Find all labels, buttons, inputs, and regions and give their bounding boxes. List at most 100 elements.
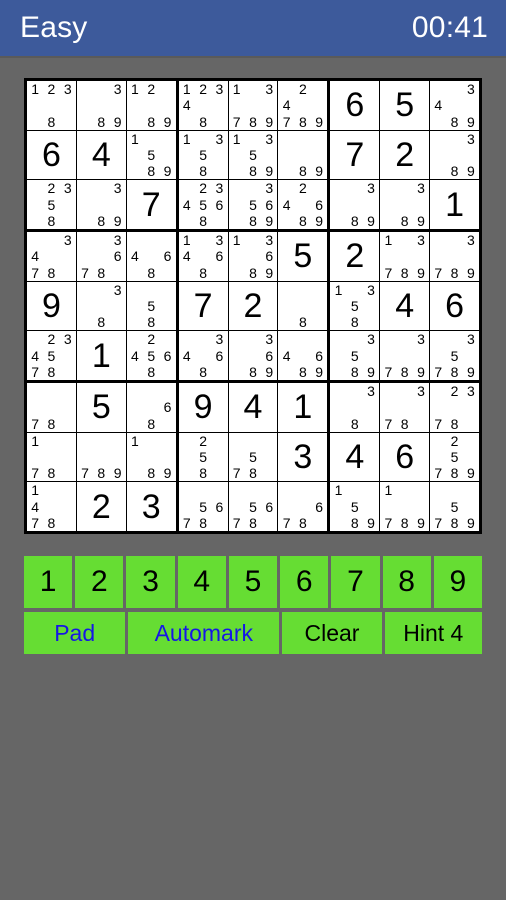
- sudoku-cell-r3c7[interactable]: 389: [330, 180, 380, 229]
- sudoku-cell-r1c5[interactable]: 1 3 789: [228, 81, 278, 130]
- sudoku-cell-r9c6[interactable]: 6 78: [278, 482, 328, 531]
- candidate-2: [446, 232, 462, 248]
- sudoku-cell-r2c4[interactable]: 1 358: [178, 130, 228, 180]
- sudoku-cell-r2c1[interactable]: 6: [27, 130, 76, 180]
- sudoku-cell-r9c5[interactable]: 56 78: [228, 482, 278, 531]
- sudoku-cell-r3c3[interactable]: 7: [126, 180, 176, 229]
- number-button-3[interactable]: 3: [126, 556, 175, 608]
- sudoku-cell-r2c3[interactable]: 1589: [126, 130, 176, 180]
- sudoku-cell-r9c4[interactable]: 56 78: [178, 482, 228, 531]
- sudoku-cell-r3c6[interactable]: 24 689: [278, 180, 328, 229]
- sudoku-cell-r1c8[interactable]: 5: [380, 81, 430, 130]
- number-button-1[interactable]: 1: [24, 556, 73, 608]
- sudoku-cell-r3c2[interactable]: 389: [76, 180, 126, 229]
- candidate-8: 8: [47, 264, 56, 281]
- sudoku-cell-r2c9[interactable]: 389: [430, 130, 479, 180]
- sudoku-cell-r1c3[interactable]: 12 89: [126, 81, 176, 130]
- sudoku-cell-r7c2[interactable]: 5: [76, 383, 126, 432]
- clear-button[interactable]: Clear: [282, 612, 382, 654]
- sudoku-cell-r9c7[interactable]: 1589: [330, 482, 380, 531]
- number-button-6[interactable]: 6: [280, 556, 329, 608]
- sudoku-cell-r1c9[interactable]: 3 489: [430, 81, 479, 130]
- sudoku-cell-r4c3[interactable]: 4 68: [126, 232, 176, 281]
- number-button-4[interactable]: 4: [177, 556, 226, 608]
- sudoku-cell-r8c3[interactable]: 189: [126, 432, 176, 482]
- sudoku-cell-r4c6[interactable]: 5: [278, 232, 328, 281]
- sudoku-cell-r7c6[interactable]: 1: [278, 383, 328, 432]
- sudoku-cell-r6c6[interactable]: 4 689: [278, 331, 328, 380]
- sudoku-cell-r1c7[interactable]: 6: [330, 81, 380, 130]
- sudoku-cell-r5c3[interactable]: 58: [126, 281, 176, 331]
- sudoku-board[interactable]: 1238389128964158923583897123481378924789…: [24, 78, 482, 534]
- sudoku-cell-r9c1[interactable]: 1478: [27, 482, 76, 531]
- sudoku-cell-r6c1[interactable]: 23 4578: [27, 331, 76, 380]
- sudoku-cell-r7c9[interactable]: 23 78: [430, 383, 479, 432]
- sudoku-cell-r4c9[interactable]: 3 789: [430, 232, 479, 281]
- sudoku-cell-r6c8[interactable]: 3 789: [380, 331, 430, 380]
- automark-button[interactable]: Automark: [128, 612, 280, 654]
- hint-button[interactable]: Hint 4: [384, 612, 482, 654]
- sudoku-cell-r7c5[interactable]: 4: [228, 383, 278, 432]
- sudoku-cell-r6c7[interactable]: 3589: [330, 331, 380, 380]
- sudoku-cell-r5c5[interactable]: 2: [228, 281, 278, 331]
- sudoku-cell-r4c1[interactable]: 3 478: [27, 232, 76, 281]
- candidate-4: [330, 499, 346, 515]
- sudoku-cell-r5c2[interactable]: 38: [76, 281, 126, 331]
- number-button-2[interactable]: 2: [75, 556, 124, 608]
- sudoku-cell-r7c1[interactable]: 78: [27, 383, 76, 432]
- sudoku-cell-r8c6[interactable]: 3: [278, 432, 328, 482]
- number-button-9[interactable]: 9: [433, 556, 482, 608]
- sudoku-cell-r8c8[interactable]: 6: [380, 432, 430, 482]
- sudoku-cell-r4c8[interactable]: 1 3 789: [380, 232, 430, 281]
- sudoku-cell-r5c6[interactable]: 8: [278, 281, 328, 331]
- sudoku-cell-r5c7[interactable]: 1 358: [330, 281, 380, 331]
- sudoku-cell-r3c8[interactable]: 389: [380, 180, 430, 229]
- sudoku-cell-r1c6[interactable]: 24789: [278, 81, 328, 130]
- sudoku-cell-r4c2[interactable]: 36 78: [76, 232, 126, 281]
- sudoku-cell-r7c3[interactable]: 68: [126, 383, 176, 432]
- sudoku-cell-r7c8[interactable]: 3 78: [380, 383, 430, 432]
- sudoku-cell-r3c4[interactable]: 23 4568: [178, 180, 228, 229]
- sudoku-cell-r8c5[interactable]: 578: [228, 432, 278, 482]
- sudoku-cell-r8c2[interactable]: 789: [76, 432, 126, 482]
- sudoku-cell-r1c1[interactable]: 1238: [27, 81, 76, 130]
- sudoku-cell-r1c4[interactable]: 123 48: [178, 81, 228, 130]
- sudoku-cell-r9c3[interactable]: 3: [126, 482, 176, 531]
- sudoku-cell-r3c1[interactable]: 2358: [27, 180, 76, 229]
- sudoku-cell-r8c1[interactable]: 1 78: [27, 432, 76, 482]
- sudoku-cell-r9c9[interactable]: 5789: [430, 482, 479, 531]
- sudoku-cell-r6c9[interactable]: 35789: [430, 331, 479, 380]
- sudoku-cell-r4c7[interactable]: 2: [330, 232, 380, 281]
- number-button-8[interactable]: 8: [382, 556, 431, 608]
- sudoku-cell-r2c8[interactable]: 2: [380, 130, 430, 180]
- sudoku-cell-r9c8[interactable]: 1789: [380, 482, 430, 531]
- sudoku-cell-r4c5[interactable]: 1 3689: [228, 232, 278, 281]
- sudoku-cell-r6c3[interactable]: 24568: [126, 331, 176, 380]
- sudoku-cell-r7c7[interactable]: 38: [330, 383, 380, 432]
- sudoku-cell-r4c4[interactable]: 1 3 4 68: [178, 232, 228, 281]
- number-button-5[interactable]: 5: [228, 556, 278, 608]
- sudoku-cell-r6c2[interactable]: 1: [76, 331, 126, 380]
- sudoku-cell-r2c7[interactable]: 7: [330, 130, 380, 180]
- sudoku-cell-r8c9[interactable]: 25789: [430, 432, 479, 482]
- sudoku-cell-r6c5[interactable]: 3689: [228, 331, 278, 380]
- sudoku-cell-r8c7[interactable]: 4: [330, 432, 380, 482]
- pad-button[interactable]: Pad: [24, 612, 126, 654]
- sudoku-cell-r2c6[interactable]: 89: [278, 130, 328, 180]
- sudoku-cell-r3c5[interactable]: 35689: [228, 180, 278, 229]
- sudoku-cell-r5c1[interactable]: 9: [27, 281, 76, 331]
- number-button-7[interactable]: 7: [331, 556, 380, 608]
- candidate-6: 6: [265, 248, 274, 265]
- sudoku-cell-r8c4[interactable]: 258: [178, 432, 228, 482]
- sudoku-cell-r5c8[interactable]: 4: [380, 281, 430, 331]
- sudoku-cell-r7c4[interactable]: 9: [178, 383, 228, 432]
- sudoku-cell-r3c9[interactable]: 1: [430, 180, 479, 229]
- sudoku-cell-r9c2[interactable]: 2: [76, 482, 126, 531]
- sudoku-cell-r2c5[interactable]: 1 3589: [228, 130, 278, 180]
- sudoku-cell-r6c4[interactable]: 3 4 68: [178, 331, 228, 380]
- sudoku-cell-r2c2[interactable]: 4: [76, 130, 126, 180]
- sudoku-cell-r5c4[interactable]: 7: [178, 281, 228, 331]
- candidate-2: [143, 131, 159, 147]
- sudoku-cell-r5c9[interactable]: 6: [430, 281, 479, 331]
- sudoku-cell-r1c2[interactable]: 389: [76, 81, 126, 130]
